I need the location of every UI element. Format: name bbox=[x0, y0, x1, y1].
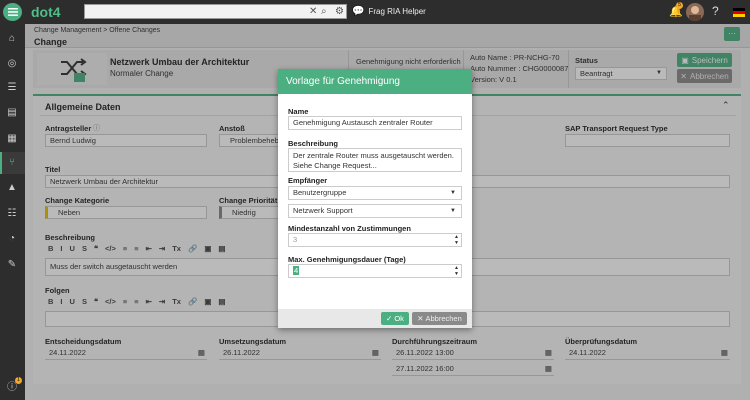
recipient-select[interactable]: Netzwerk Support ▼ bbox=[288, 204, 462, 218]
recipient-type-select[interactable]: Benutzergruppe ▼ bbox=[288, 186, 462, 200]
hamburger-icon bbox=[7, 8, 18, 16]
min-approvals-stepper[interactable]: 3 ▲ ▼ bbox=[288, 233, 462, 247]
ria-helper-label: Frag RIA Helper bbox=[368, 7, 426, 16]
top-bar: dot4 ✕ ⌕ ⚙ 💬 Frag RIA Helper 🔔 5 ? bbox=[0, 0, 750, 24]
language-flag-icon[interactable] bbox=[733, 8, 745, 17]
nav-grid-icon[interactable]: ▦ bbox=[5, 132, 19, 146]
dialog-footer: ✓ Ok ✕ Abbrechen bbox=[278, 309, 472, 328]
description-label: Beschreibung bbox=[288, 139, 339, 148]
min-approvals-label: Mindestanzahl von Zustimmungen bbox=[288, 224, 411, 233]
nav-document-icon[interactable]: ▤ bbox=[5, 106, 19, 120]
nav-database-icon[interactable]: ☷ bbox=[5, 207, 19, 221]
global-search-input[interactable]: ✕ ⌕ ⚙ bbox=[84, 4, 347, 19]
max-duration-label: Max. Genehmigungsdauer (Tage) bbox=[288, 255, 406, 264]
dialog-title: Vorlage für Genehmigung bbox=[278, 69, 472, 94]
left-navigation: ⌂ ◎ ☰ ▤ ▦ ⑂ ▲ ☷ ◔ ✎ ⓘ 1 bbox=[0, 24, 25, 400]
stepper-down-icon[interactable]: ▼ bbox=[454, 241, 459, 246]
description-line-1: Der zentrale Router muss ausgetauscht we… bbox=[293, 151, 454, 160]
chevron-down-icon: ▼ bbox=[450, 190, 456, 196]
notification-badge: 5 bbox=[676, 2, 683, 9]
approval-template-dialog: Vorlage für Genehmigung Name Genehmigung… bbox=[278, 69, 472, 328]
name-label: Name bbox=[288, 107, 309, 116]
nav-wrench-icon[interactable]: ✎ bbox=[5, 258, 19, 272]
info-badge: 1 bbox=[15, 377, 22, 384]
check-icon: ✓ bbox=[386, 314, 393, 323]
nav-chart-icon[interactable]: ◔ bbox=[5, 232, 19, 246]
help-icon[interactable]: ? bbox=[712, 4, 719, 18]
brand-logo: dot4 bbox=[31, 4, 61, 20]
description-line-2: Siehe Change Request... bbox=[293, 161, 377, 170]
gear-icon[interactable]: ⚙ bbox=[335, 6, 344, 18]
nav-home-icon[interactable]: ⌂ bbox=[5, 32, 19, 46]
dialog-cancel-button[interactable]: ✕ Abbrechen bbox=[412, 312, 467, 325]
recipient-label: Empfänger bbox=[288, 176, 328, 185]
stepper-down-icon[interactable]: ▼ bbox=[454, 272, 459, 277]
max-duration-stepper[interactable]: 4 ▲ ▼ bbox=[288, 264, 462, 278]
chat-icon: 💬 bbox=[352, 6, 365, 17]
description-textarea[interactable]: Der zentrale Router muss ausgetauscht we… bbox=[288, 148, 462, 172]
clear-icon[interactable]: ✕ bbox=[309, 6, 317, 18]
main-menu-button[interactable] bbox=[3, 3, 22, 21]
avatar[interactable] bbox=[686, 3, 704, 21]
ok-button[interactable]: ✓ Ok bbox=[381, 312, 409, 325]
search-icon[interactable]: ⌕ bbox=[321, 6, 327, 18]
close-icon: ✕ bbox=[417, 314, 424, 323]
chevron-down-icon: ▼ bbox=[450, 208, 456, 214]
nav-graduation-icon[interactable]: ▲ bbox=[5, 181, 19, 195]
nav-workflow-icon[interactable]: ⑂ bbox=[5, 156, 19, 170]
ria-helper-button[interactable]: 💬 Frag RIA Helper bbox=[352, 6, 426, 17]
name-input[interactable]: Genehmigung Austausch zentraler Router bbox=[288, 116, 462, 130]
nav-list-icon[interactable]: ☰ bbox=[5, 81, 19, 95]
nav-globe-icon[interactable]: ◎ bbox=[5, 57, 19, 71]
